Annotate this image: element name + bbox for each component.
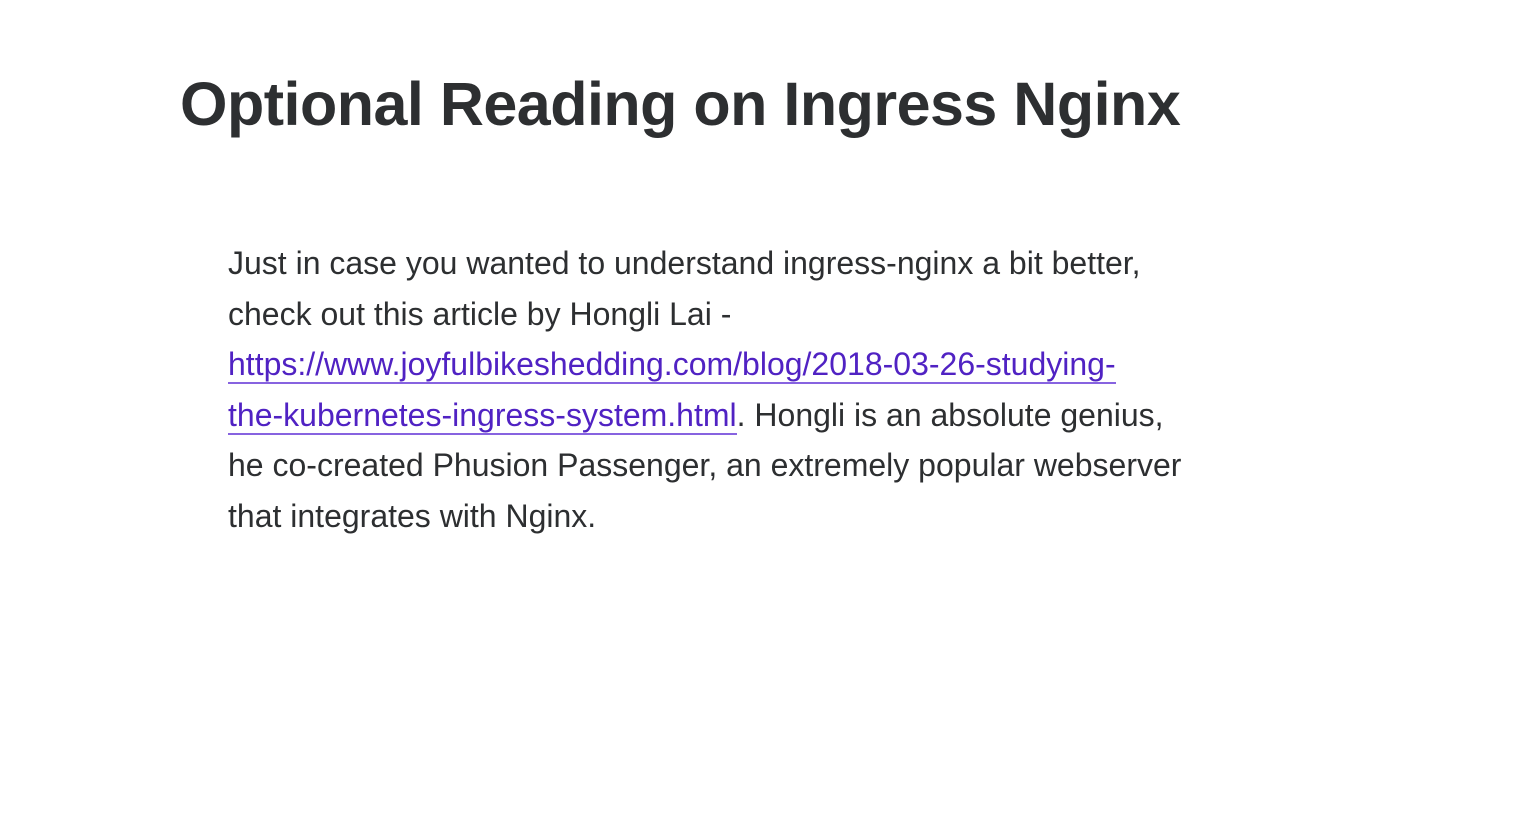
article-text-line: that integrates with Nginx. — [228, 497, 597, 534]
article-link-line: the-kubernetes-ingress-system.html. Hong… — [228, 390, 1328, 441]
article-link-part-2[interactable]: the-kubernetes-ingress-system.html — [228, 396, 737, 435]
article-text-after-link: . Hongli is an absolute genius, — [736, 396, 1164, 433]
article-text-line: he co-created Phusion Passenger, an extr… — [228, 447, 1182, 483]
article-text-line: Just in case you wanted to understand in… — [228, 245, 1141, 281]
article-link-line: https://www.joyfulbikeshedding.com/blog/… — [228, 339, 1328, 390]
article-body: Just in case you wanted to understand in… — [228, 238, 1328, 541]
lecture-title: Optional Reading on Ingress Nginx — [180, 70, 1181, 138]
article-text-line: check out this article by Hongli Lai - — [228, 295, 732, 332]
article-link-part-1[interactable]: https://www.joyfulbikeshedding.com/blog/… — [228, 346, 1116, 384]
